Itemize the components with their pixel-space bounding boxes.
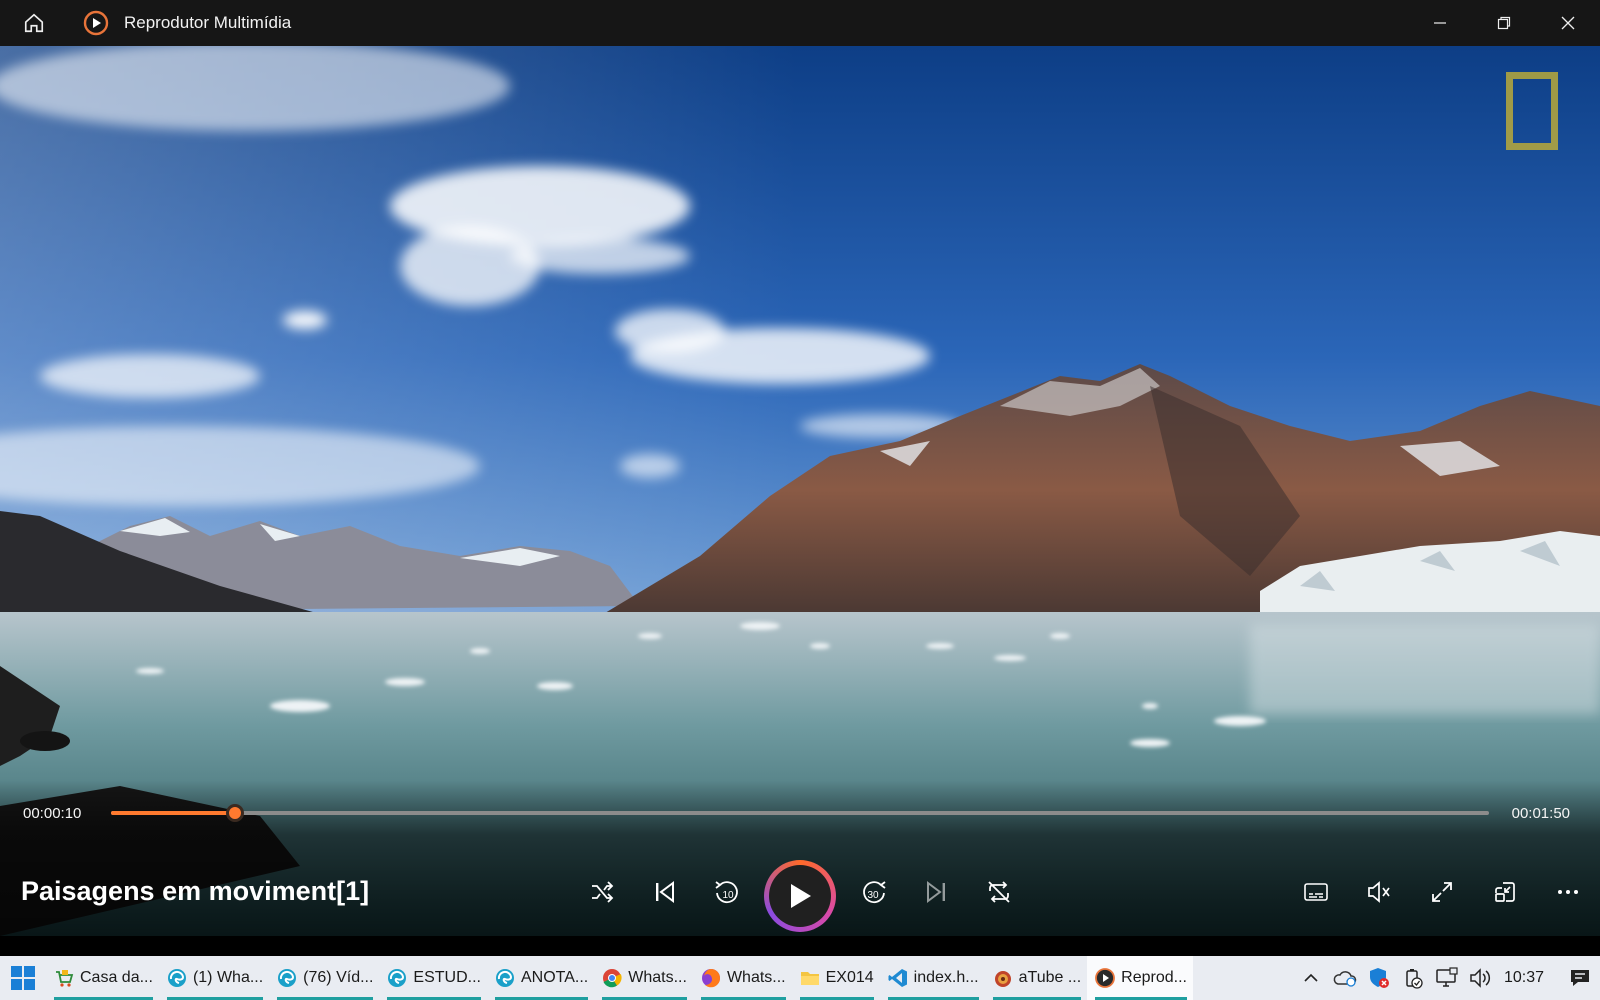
taskbar-item-firefox[interactable]: Whats... (693, 956, 792, 1000)
previous-icon[interactable] (643, 870, 687, 914)
subtitles-icon[interactable] (1294, 870, 1338, 914)
cart-icon (54, 968, 74, 988)
seek-thumb[interactable] (226, 804, 245, 822)
taskbar-item-label: ESTUD... (413, 969, 481, 986)
chrome-icon (602, 968, 622, 988)
more-icon[interactable] (1546, 870, 1590, 914)
atube-icon (993, 968, 1013, 988)
network-icon[interactable] (1430, 956, 1464, 1000)
battery-icon[interactable] (1396, 956, 1430, 1000)
system-tray: 10:37 (1294, 956, 1600, 1000)
play-button[interactable] (764, 860, 836, 932)
forward-label: 30 (867, 890, 879, 901)
defender-icon[interactable] (1362, 956, 1396, 1000)
vscode-icon (888, 968, 908, 988)
taskbar-item-label: EX014 (825, 969, 874, 986)
home-icon[interactable] (16, 5, 52, 41)
rewind-10-icon[interactable]: 10 (705, 870, 749, 914)
taskbar-item-label: Casa da... (80, 969, 153, 986)
taskbar-item-casa[interactable]: Casa da... (46, 956, 159, 1000)
volume-icon[interactable] (1464, 956, 1498, 1000)
edge-icon (167, 968, 187, 988)
taskbar-item-edge-1[interactable]: (1) Wha... (159, 956, 269, 1000)
taskbar-item-label: (1) Wha... (192, 969, 264, 986)
taskbar-item-vscode[interactable]: index.h... (880, 956, 985, 1000)
taskbar-item-explorer[interactable]: EX014 (792, 956, 880, 1000)
play-icon (769, 865, 831, 927)
fullscreen-icon[interactable] (1420, 870, 1464, 914)
taskbar-item-atube[interactable]: aTube ... (985, 956, 1088, 1000)
taskbar-item-edge-4[interactable]: ANOTA... (487, 956, 594, 1000)
onedrive-icon[interactable] (1328, 956, 1362, 1000)
taskbar-item-label: index.h... (913, 969, 979, 986)
windows-start-icon[interactable] (0, 956, 46, 1000)
seek-progress (111, 811, 236, 815)
media-player-icon (1095, 968, 1116, 988)
folder-icon (800, 968, 820, 988)
mini-player-icon[interactable] (1483, 870, 1527, 914)
forward-30-icon[interactable]: 30 (852, 870, 896, 914)
taskbar-item-label: (76) Víd... (303, 969, 374, 986)
rewind-label: 10 (722, 890, 734, 901)
repeat-off-icon[interactable] (977, 870, 1021, 914)
taskbar-item-label: ANOTA... (520, 969, 589, 986)
channel-logo (1506, 72, 1558, 150)
taskbar-item-label: Whats... (726, 969, 786, 986)
taskbar-item-label: Whats... (628, 969, 687, 986)
window-title: Reprodutor Multimídia (124, 13, 292, 32)
firefox-icon (701, 968, 721, 988)
next-icon[interactable] (914, 870, 958, 914)
taskbar-item-edge-2[interactable]: (76) Víd... (269, 956, 379, 1000)
shuffle-icon[interactable] (580, 870, 624, 914)
taskbar-item-label: aTube ... (1018, 969, 1082, 986)
clock[interactable]: 10:37 (1504, 969, 1544, 987)
maximize-icon[interactable] (1472, 0, 1536, 46)
notification-icon[interactable] (1560, 956, 1600, 1000)
taskbar-item-media-player[interactable]: Reprod... (1087, 956, 1193, 1000)
taskbar-item-label: Reprod... (1121, 969, 1187, 986)
chevron-up-icon[interactable] (1294, 956, 1328, 1000)
mute-icon[interactable] (1357, 870, 1401, 914)
close-icon[interactable] (1536, 0, 1600, 46)
edge-icon (495, 968, 515, 988)
edge-icon (277, 968, 297, 988)
taskbar-item-chrome[interactable]: Whats... (594, 956, 693, 1000)
minimize-icon[interactable] (1408, 0, 1472, 46)
taskbar-item-edge-3[interactable]: ESTUD... (379, 956, 487, 1000)
media-title: Paisagens em moviment[1] (21, 876, 370, 906)
edge-icon (387, 968, 407, 988)
title-bar: Reprodutor Multimídia (0, 0, 1600, 46)
total-time: 00:01:50 (1511, 805, 1570, 822)
current-time: 00:00:10 (23, 805, 82, 822)
play-circle-icon (82, 9, 110, 37)
taskbar: Casa da... (1) Wha... (76) Víd... ESTUD.… (0, 956, 1600, 1000)
seek-bar[interactable] (111, 804, 1489, 822)
